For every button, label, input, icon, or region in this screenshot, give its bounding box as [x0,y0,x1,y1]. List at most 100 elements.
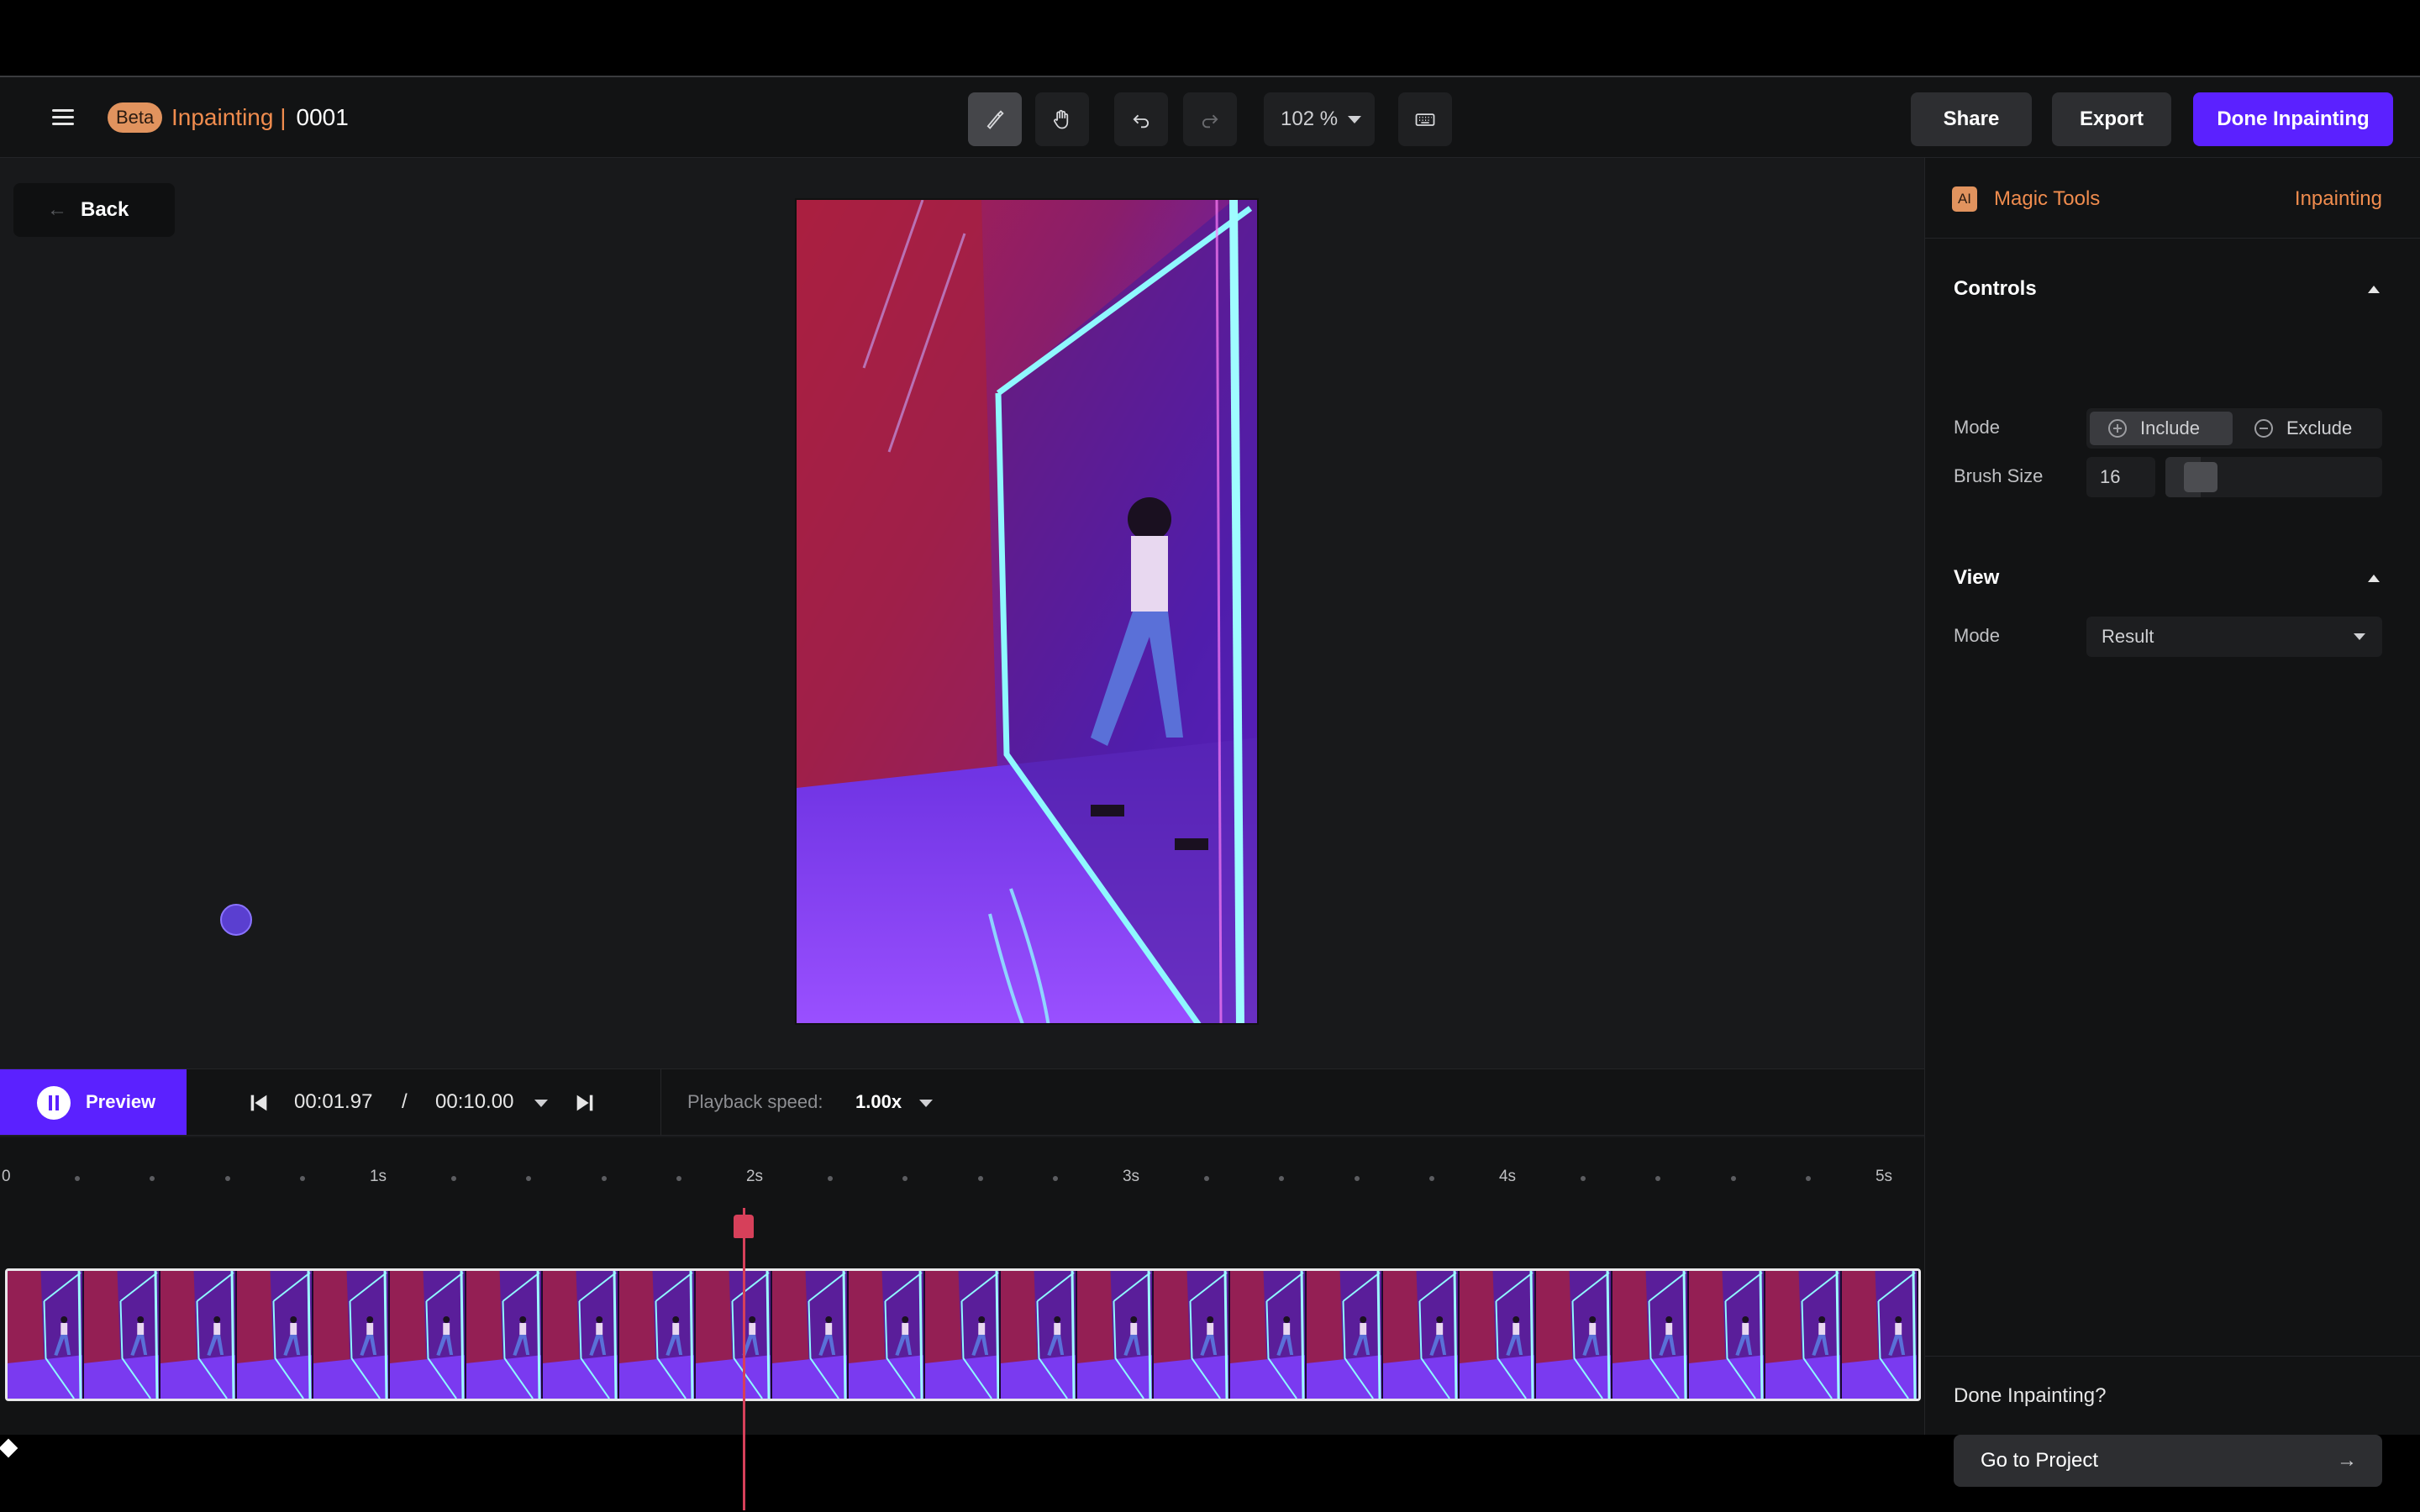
app-name: Inpainting | [171,104,287,130]
collapse-view-icon[interactable] [2368,575,2380,582]
clip-frame-thumbnail [8,1271,84,1399]
brush-cursor [220,904,252,936]
video-preview[interactable] [795,198,1259,1025]
share-button[interactable]: Share [1911,92,2032,146]
app-window: Beta Inpainting | 0001 102 % Share Export… [0,76,2420,1510]
chevron-down-icon[interactable] [919,1100,933,1107]
exclude-label: Exclude [2286,417,2353,438]
ruler-tick [300,1176,306,1181]
clip-frame-thumbnail [1077,1271,1155,1399]
clip-frame-thumbnail [1842,1271,1918,1399]
ruler-tick [601,1176,607,1181]
mode-label: Mode [1954,417,2001,438]
controls-heading[interactable]: Controls [1954,276,2037,302]
clip-frame-thumbnail [1383,1271,1460,1399]
playhead-line [742,1208,745,1510]
time-separator: / [402,1090,408,1113]
ruler-tick [1806,1176,1812,1181]
clip-frame-thumbnail [236,1271,313,1399]
panel-title[interactable]: Magic Tools [1994,185,2100,213]
chevron-down-icon[interactable] [534,1100,548,1107]
ruler-tick [1203,1176,1209,1181]
timeline-track-area [0,1188,1924,1435]
video-frame-image [797,200,1257,1023]
divider [1925,1356,2420,1357]
clip-frame-thumbnail [542,1271,619,1399]
brush-size-input[interactable]: 16 [2086,457,2155,497]
mode-toggle: Include Exclude [2086,408,2382,449]
brush-size-label: Brush Size [1954,465,2044,486]
minus-circle-icon [2254,419,2273,438]
brush-tool-button[interactable] [968,92,1022,146]
clip-frame-thumbnail [848,1271,925,1399]
undo-icon [1133,114,1150,129]
collapse-controls-icon[interactable] [2368,286,2380,293]
clip-frame-thumbnail [1765,1271,1843,1399]
ruler-tick [1279,1176,1285,1181]
redo-icon [1202,114,1218,129]
include-label: Include [2140,417,2200,438]
undo-button[interactable] [1114,92,1168,146]
page-title: Inpainting | 0001 [171,101,349,134]
ruler-tick [526,1176,532,1181]
project-name[interactable]: 0001 [297,104,349,130]
ruler-tick [1580,1176,1586,1181]
preview-button[interactable]: Preview [0,1069,187,1135]
ruler-label: 1s [369,1168,387,1185]
ruler-tick [224,1176,230,1181]
view-heading[interactable]: View [1954,564,1999,591]
clip-frame-thumbnail [1001,1271,1078,1399]
view-mode-select[interactable]: Result [2086,617,2382,657]
menu-icon[interactable] [47,102,81,133]
zoom-dropdown[interactable]: 102 % [1264,92,1375,146]
current-time: 00:01.97 [294,1090,373,1113]
clip-frame-thumbnail [1460,1271,1537,1399]
brush-size-slider[interactable] [2165,457,2382,497]
keyframe-marker[interactable] [0,1438,18,1458]
clip-frame-thumbnail [771,1271,849,1399]
hand-icon [1054,109,1069,129]
timeline-ruler[interactable]: 0 1s 2s 3s 4s 5s [0,1137,1924,1188]
clip-frame-thumbnail [1612,1271,1690,1399]
back-button[interactable]: ← Back [13,183,175,237]
ruler-tick [1655,1176,1661,1181]
go-to-project-label: Go to Project [1981,1449,2099,1472]
ruler-tick [827,1176,833,1181]
chevron-down-icon [1348,116,1361,123]
back-label: Back [81,198,129,221]
clip-frame-thumbnail [618,1271,696,1399]
keyboard-shortcuts-button[interactable] [1398,92,1452,146]
brush-size-slider-thumb[interactable] [2184,462,2217,492]
export-button[interactable]: Export [2052,92,2171,146]
arrow-left-icon: ← [47,198,67,221]
playhead-handle[interactable] [733,1215,754,1238]
include-option[interactable]: Include [2090,412,2233,445]
hand-tool-button[interactable] [1035,92,1089,146]
ruler-tick [977,1176,983,1181]
go-to-project-button[interactable]: Go to Project → [1954,1435,2382,1487]
divider [660,1069,661,1135]
redo-button[interactable] [1183,92,1237,146]
arrow-right-icon: → [2337,1449,2357,1472]
ai-badge: AI [1952,186,1977,212]
exclude-option[interactable]: Exclude [2236,412,2379,445]
skip-to-end-icon[interactable] [573,1091,597,1115]
ruler-tick [150,1176,155,1181]
chevron-down-icon [2354,633,2365,640]
clip-frame-thumbnail [1230,1271,1307,1399]
ruler-label: 3s [1122,1168,1140,1185]
pause-icon [37,1086,71,1120]
video-clip-strip[interactable] [5,1268,1921,1401]
clip-frame-thumbnail [389,1271,466,1399]
view-mode-value: Result [2102,626,2154,647]
done-inpainting-button[interactable]: Done Inpainting [2193,92,2393,146]
playback-speed-label: Playback speed: [687,1091,823,1112]
ruler-tick [74,1176,80,1181]
ruler-tick [902,1176,908,1181]
plus-circle-icon [2108,419,2127,438]
clip-frame-thumbnail [1307,1271,1384,1399]
panel-tool-name: Inpainting [2294,187,2382,210]
done-inpainting-question: Done Inpainting? [1954,1384,2107,1407]
skip-to-start-icon[interactable] [247,1091,271,1115]
playback-speed-value[interactable]: 1.00x [855,1088,902,1116]
